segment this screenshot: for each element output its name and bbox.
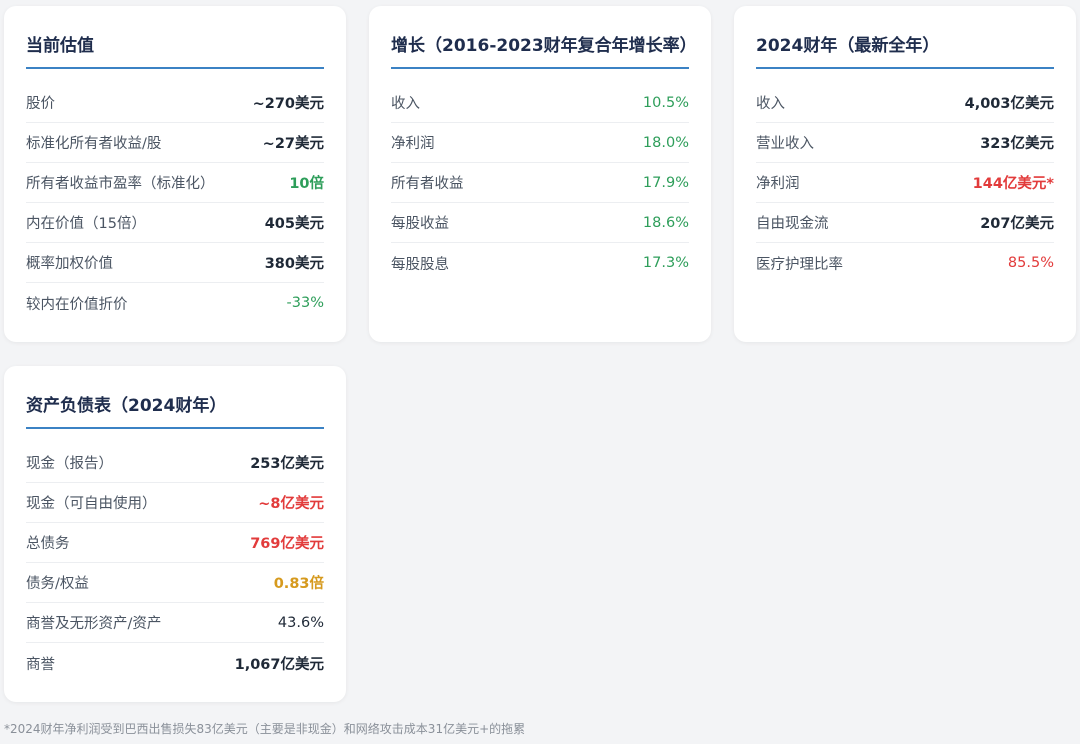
growth-title: 增长（2016-2023财年复合年增长率） xyxy=(391,32,697,69)
row-value: 85.5% xyxy=(1007,255,1054,271)
row-label: 内在价值（15倍） xyxy=(26,216,146,232)
row-value: 253亿美元 xyxy=(250,456,324,472)
row-value: 323亿美元 xyxy=(980,136,1054,152)
row-value: 43.6% xyxy=(277,614,324,631)
row-value: ~270美元 xyxy=(252,96,324,112)
row-label: 所有者收益市盈率（标准化） xyxy=(26,176,215,192)
growth-row: 所有者收益 17.9% xyxy=(391,163,689,203)
valuation-row: 标准化所有者收益/股 ~27美元 xyxy=(26,123,324,163)
row-label: 总债务 xyxy=(26,536,70,552)
row-label: 商誉 xyxy=(26,656,55,673)
row-label: 收入 xyxy=(391,96,420,112)
row-value: 18.6% xyxy=(642,214,689,231)
growth-row: 净利润 18.0% xyxy=(391,123,689,163)
row-value: 405美元 xyxy=(264,216,324,232)
fy2024-row: 收入 4,003亿美元 xyxy=(756,83,1054,123)
row-label: 收入 xyxy=(756,96,785,112)
row-label: 债务/权益 xyxy=(26,576,89,592)
balance-row: 总债务 769亿美元 xyxy=(26,523,324,563)
balance-card: 资产负债表（2024财年） 现金（报告） 253亿美元 现金（可自由使用） ~8… xyxy=(4,366,346,702)
row-value: 18.0% xyxy=(642,134,689,151)
fy2024-row: 净利润 144亿美元* xyxy=(756,163,1054,203)
valuation-row: 内在价值（15倍） 405美元 xyxy=(26,203,324,243)
row-label: 每股股息 xyxy=(391,256,449,273)
row-label: 自由现金流 xyxy=(756,216,829,232)
fy2024-row: 医疗护理比率 85.5% xyxy=(756,243,1054,283)
row-value: 17.9% xyxy=(642,174,689,191)
growth-card: 增长（2016-2023财年复合年增长率） 收入 10.5% 净利润 18.0%… xyxy=(369,6,711,342)
growth-row: 收入 10.5% xyxy=(391,83,689,123)
row-label: 现金（可自由使用） xyxy=(26,496,157,512)
row-value: 0.83倍 xyxy=(273,576,324,592)
row-value: 10.5% xyxy=(642,94,689,111)
row-value: ~8亿美元 xyxy=(258,496,324,512)
row-value: 380美元 xyxy=(264,256,324,272)
row-value: 10倍 xyxy=(289,176,324,192)
fy2024-row: 自由现金流 207亿美元 xyxy=(756,203,1054,243)
row-value: 4,003亿美元 xyxy=(964,96,1054,112)
valuation-row: 股价 ~270美元 xyxy=(26,83,324,123)
fy2024-title: 2024财年（最新全年） xyxy=(756,32,1054,69)
valuation-row: 概率加权价值 380美元 xyxy=(26,243,324,283)
row-label: 现金（报告） xyxy=(26,456,113,472)
fy2024-row: 营业收入 323亿美元 xyxy=(756,123,1054,163)
row-label: 概率加权价值 xyxy=(26,256,113,272)
growth-row: 每股股息 17.3% xyxy=(391,243,689,283)
row-label: 标准化所有者收益/股 xyxy=(26,136,162,152)
row-value: 769亿美元 xyxy=(250,536,324,552)
row-label: 股价 xyxy=(26,96,55,112)
row-label: 每股收益 xyxy=(391,216,449,232)
balance-row: 商誉 1,067亿美元 xyxy=(26,643,324,683)
valuation-card: 当前估值 股价 ~270美元 标准化所有者收益/股 ~27美元 所有者收益市盈率… xyxy=(4,6,346,342)
fy2024-card: 2024财年（最新全年） 收入 4,003亿美元 营业收入 323亿美元 净利润… xyxy=(734,6,1076,342)
row-label: 较内在价值折价 xyxy=(26,296,128,313)
footnote: *2024财年净利润受到巴西出售损失83亿美元（主要是非现金）和网络攻击成本31… xyxy=(4,722,526,736)
valuation-title: 当前估值 xyxy=(26,32,324,69)
row-label: 医疗护理比率 xyxy=(756,256,843,273)
row-value: ~27美元 xyxy=(262,136,324,152)
growth-row: 每股收益 18.6% xyxy=(391,203,689,243)
row-value: -33% xyxy=(286,295,324,311)
row-label: 净利润 xyxy=(756,176,800,192)
row-value: 17.3% xyxy=(642,255,689,271)
balance-row: 现金（可自由使用） ~8亿美元 xyxy=(26,483,324,523)
row-value: 207亿美元 xyxy=(980,216,1054,232)
row-label: 营业收入 xyxy=(756,136,814,152)
row-label: 所有者收益 xyxy=(391,176,464,192)
row-value: 144亿美元* xyxy=(972,176,1054,192)
balance-row: 现金（报告） 253亿美元 xyxy=(26,443,324,483)
balance-title: 资产负债表（2024财年） xyxy=(26,392,324,429)
balance-row: 商誉及无形资产/资产 43.6% xyxy=(26,603,324,643)
valuation-row: 所有者收益市盈率（标准化） 10倍 xyxy=(26,163,324,203)
balance-row: 债务/权益 0.83倍 xyxy=(26,563,324,603)
row-label: 净利润 xyxy=(391,136,435,152)
row-label: 商誉及无形资产/资产 xyxy=(26,616,162,632)
valuation-row: 较内在价值折价 -33% xyxy=(26,283,324,323)
row-value: 1,067亿美元 xyxy=(234,656,324,673)
